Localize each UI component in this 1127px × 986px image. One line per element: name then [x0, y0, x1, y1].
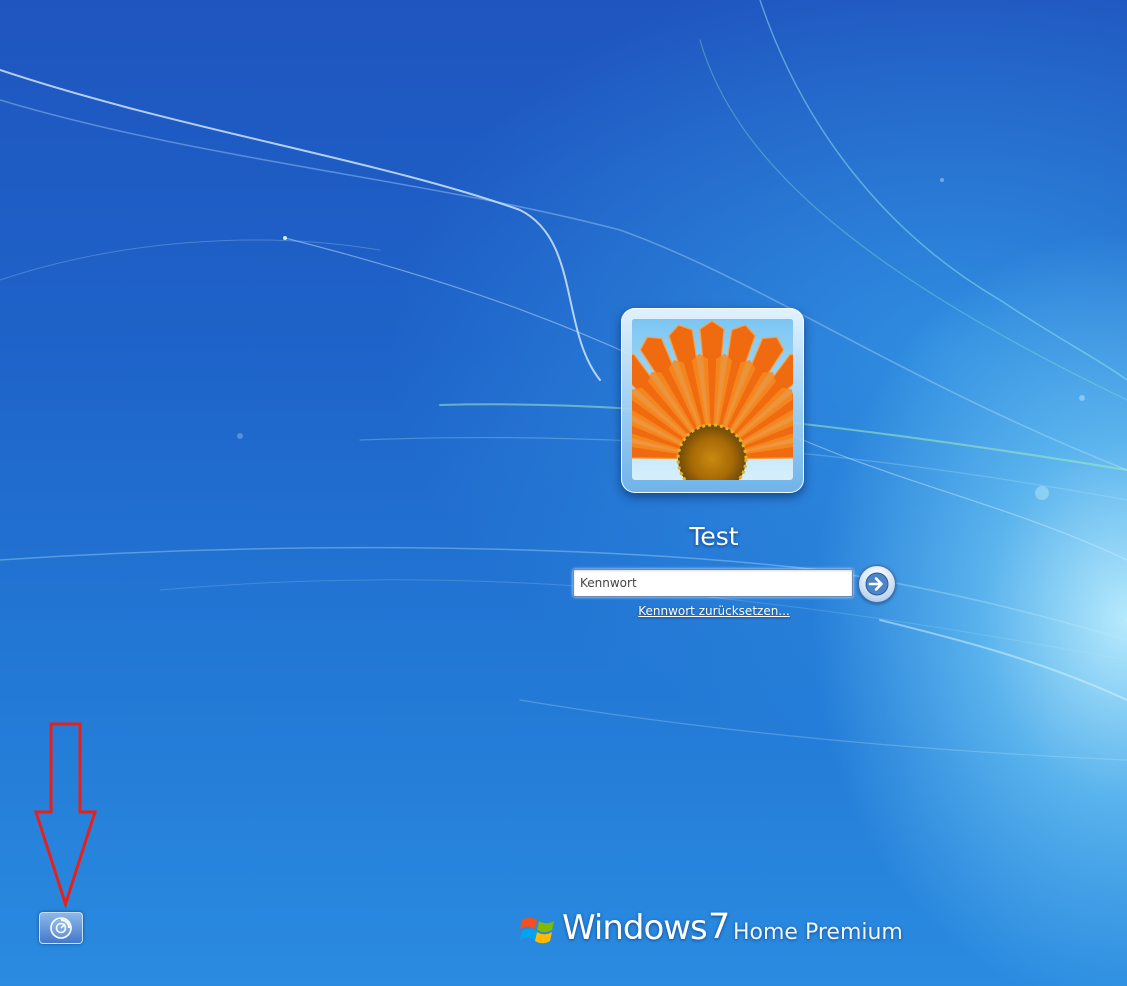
reset-password-link[interactable]: Kennwort zurücksetzen... — [614, 604, 814, 618]
windows-edition: Home Premium — [733, 920, 903, 945]
user-name: Test — [689, 522, 739, 551]
password-input[interactable] — [573, 569, 853, 597]
user-picture — [632, 319, 793, 480]
windows-flag-icon — [520, 917, 554, 944]
windows-wordmark: Windows — [562, 908, 708, 948]
arrow-right-icon — [865, 572, 889, 596]
logon-screen: Test Kennwort zurücksetzen... Windows 7 … — [0, 0, 1127, 986]
windows-version: 7 — [708, 907, 731, 947]
background-streaks — [0, 0, 1127, 761]
orange-flower-icon — [632, 319, 793, 480]
red-down-arrow-annotation — [34, 722, 98, 908]
ease-of-access-icon — [50, 917, 72, 939]
ease-of-access-button[interactable] — [39, 912, 83, 944]
submit-arrow-button[interactable] — [858, 565, 896, 603]
user-tile[interactable] — [621, 308, 804, 493]
